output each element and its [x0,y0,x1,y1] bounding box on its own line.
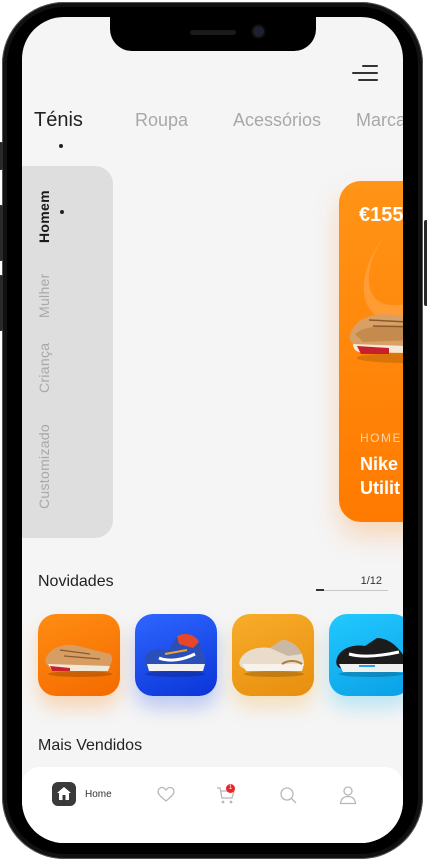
home-icon [57,787,71,800]
notch [110,17,316,51]
search-icon [280,787,297,804]
home-label: Home [85,789,112,800]
product-card[interactable] [232,614,314,696]
speaker [190,30,236,35]
segment-panel: Homem Mulher Criança Customizado [22,166,113,538]
featured-product-card[interactable]: €155 HOME Nike Utilit [339,181,403,522]
volume-down-button [0,275,3,331]
menu-line-icon [358,79,378,81]
menu-line-icon [362,65,378,67]
tab-tenis[interactable]: Ténis [34,109,83,132]
pager-track [316,590,388,591]
segment-mulher[interactable]: Mulher [36,273,52,318]
novidades-title: Novidades [38,573,114,590]
active-tab-indicator [59,144,63,148]
tab-roupa[interactable]: Roupa [135,110,188,131]
app-screen: Ténis Roupa Acessórios Marca Homem Mulhe… [22,17,403,843]
volume-up-button [0,205,3,261]
tab-search[interactable] [279,786,297,804]
featured-name: Nike Utilit [360,454,400,498]
product-card[interactable] [329,614,403,696]
pager-count: 1/12 [360,575,382,587]
bottom-tab-bar: Home 1 [22,767,403,843]
pager-progress [316,589,324,591]
novidades-pager: 1/12 [316,573,388,593]
front-camera [253,26,264,37]
product-card[interactable] [38,614,120,696]
tab-profile[interactable] [339,785,357,805]
tab-home[interactable]: Home [52,782,122,808]
tab-cart[interactable]: 1 [216,783,238,805]
featured-shoe-icon [349,314,403,363]
user-icon [339,786,357,805]
featured-category: HOME [360,431,402,445]
mute-switch [0,142,3,170]
product-card[interactable] [135,614,217,696]
beige-sneaker-icon [239,640,304,677]
heart-icon [157,786,175,802]
segment-homem[interactable]: Homem [36,190,52,243]
black-white-sneaker-icon [336,638,403,677]
tab-acessorios[interactable]: Acessórios [233,110,321,131]
active-segment-indicator [60,210,64,214]
tab-favorites[interactable] [157,786,175,804]
segment-crianca[interactable]: Criança [36,343,52,393]
menu-line-icon [352,72,378,74]
tab-marca[interactable]: Marca [356,110,403,131]
cart-badge: 1 [226,784,235,793]
blue-basketball-shoe-icon [144,634,206,677]
featured-price: €155 [359,204,403,226]
category-tabs: Ténis Roupa Acessórios Marca [34,109,403,140]
menu-button[interactable] [348,60,378,86]
segment-customizado[interactable]: Customizado [36,424,52,509]
home-icon-bg [52,782,76,806]
mais-vendidos-title: Mais Vendidos [38,737,143,754]
orange-sneaker-icon [45,644,113,677]
